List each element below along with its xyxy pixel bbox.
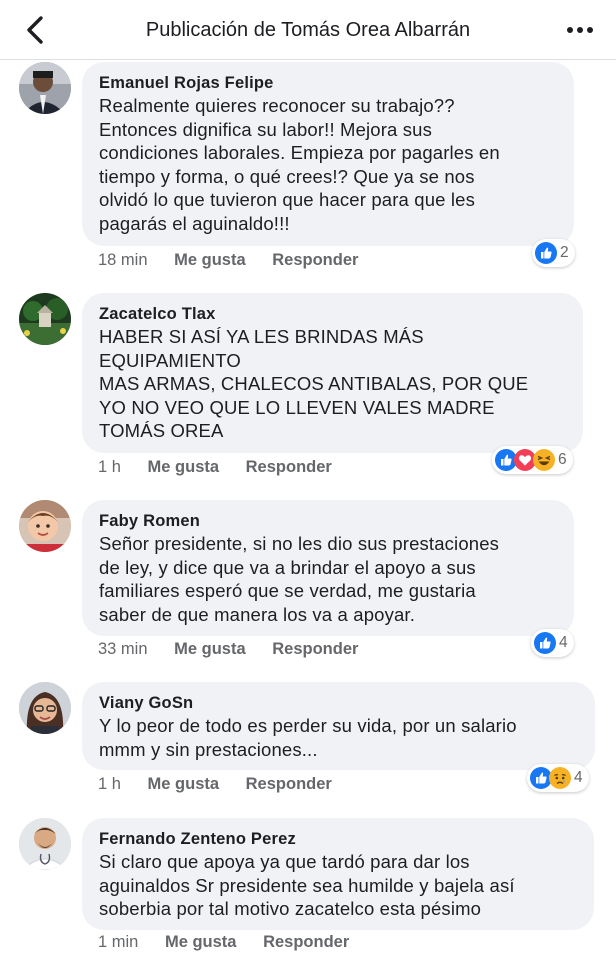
- reply-button[interactable]: Responder: [246, 458, 332, 477]
- like-icon: [535, 242, 557, 264]
- avatar-image: [19, 500, 71, 552]
- comment-time[interactable]: 33 min: [98, 640, 148, 659]
- avatar[interactable]: [19, 500, 71, 552]
- comment-author[interactable]: Emanuel Rojas Felipe: [99, 72, 560, 94]
- reaction-summary[interactable]: 4: [527, 764, 589, 792]
- comment-author[interactable]: Viany GoSn: [99, 692, 581, 714]
- reaction-summary[interactable]: 6: [492, 446, 573, 474]
- comment-actions: 1 min Me gusta Responder: [98, 933, 349, 955]
- avatar[interactable]: [19, 682, 71, 734]
- like-icon: [534, 632, 556, 654]
- comment-bubble: Emanuel Rojas Felipe Realmente quieres r…: [82, 62, 574, 246]
- comment-text: Y lo peor de todo es perder su vida, por…: [99, 715, 517, 760]
- comment-text: Realmente quieres reconocer su trabajo??…: [99, 95, 500, 234]
- comment-actions: 18 min Me gusta Responder: [98, 251, 358, 273]
- back-arrow-icon[interactable]: [22, 14, 50, 46]
- avatar-image: [19, 818, 71, 870]
- comment-time[interactable]: 1 h: [98, 458, 121, 477]
- reaction-count: 4: [574, 769, 583, 786]
- comment-text: Señor presidente, si no les dio sus pres…: [99, 533, 500, 625]
- reply-button[interactable]: Responder: [246, 775, 332, 794]
- reply-button[interactable]: Responder: [272, 251, 358, 270]
- comment-bubble: Fernando Zenteno Perez Si claro que apoy…: [82, 818, 594, 930]
- like-button[interactable]: Me gusta: [165, 933, 237, 952]
- top-bar: Publicación de Tomás Orea Albarrán: [0, 0, 616, 60]
- comment-text: HABER SI ASÍ YA LES BRINDAS MÁS EQUIPAMI…: [99, 326, 529, 442]
- reply-button[interactable]: Responder: [272, 640, 358, 659]
- reaction-summary[interactable]: 4: [531, 629, 574, 657]
- reaction-count: 4: [559, 634, 568, 651]
- comment-bubble: Viany GoSn Y lo peor de todo es perder s…: [82, 682, 595, 770]
- comment-bubble: Faby Romen Señor presidente, si no les d…: [82, 500, 574, 636]
- comment-time[interactable]: 1 min: [98, 933, 138, 952]
- more-options-icon[interactable]: [566, 24, 594, 36]
- like-button[interactable]: Me gusta: [174, 640, 246, 659]
- comment-time[interactable]: 18 min: [98, 251, 148, 270]
- avatar-image: [19, 682, 71, 734]
- avatar[interactable]: [19, 818, 71, 870]
- page-title: Publicación de Tomás Orea Albarrán: [145, 19, 471, 41]
- avatar-image: [19, 293, 71, 345]
- comment-text: Si claro que apoya ya que tardó para dar…: [99, 851, 515, 920]
- reaction-count: 2: [560, 244, 569, 261]
- comment-actions: 1 h Me gusta Responder: [98, 458, 332, 480]
- comment-actions: 33 min Me gusta Responder: [98, 640, 358, 662]
- reply-button[interactable]: Responder: [263, 933, 349, 952]
- like-button[interactable]: Me gusta: [148, 458, 220, 477]
- avatar-image: [19, 62, 71, 114]
- avatar[interactable]: [19, 293, 71, 345]
- sad-icon: [549, 767, 571, 789]
- comment-actions: 1 h Me gusta Responder: [98, 775, 332, 797]
- like-button[interactable]: Me gusta: [174, 251, 246, 270]
- comment-author[interactable]: Faby Romen: [99, 510, 560, 532]
- like-button[interactable]: Me gusta: [148, 775, 220, 794]
- avatar[interactable]: [19, 62, 71, 114]
- reaction-summary[interactable]: 2: [532, 239, 575, 267]
- comment-author[interactable]: Zacatelco Tlax: [99, 303, 569, 325]
- reaction-count: 6: [558, 451, 567, 468]
- haha-icon: [533, 449, 555, 471]
- comment-bubble: Zacatelco Tlax HABER SI ASÍ YA LES BRIND…: [82, 293, 583, 453]
- comment-time[interactable]: 1 h: [98, 775, 121, 794]
- comment-author[interactable]: Fernando Zenteno Perez: [99, 828, 580, 850]
